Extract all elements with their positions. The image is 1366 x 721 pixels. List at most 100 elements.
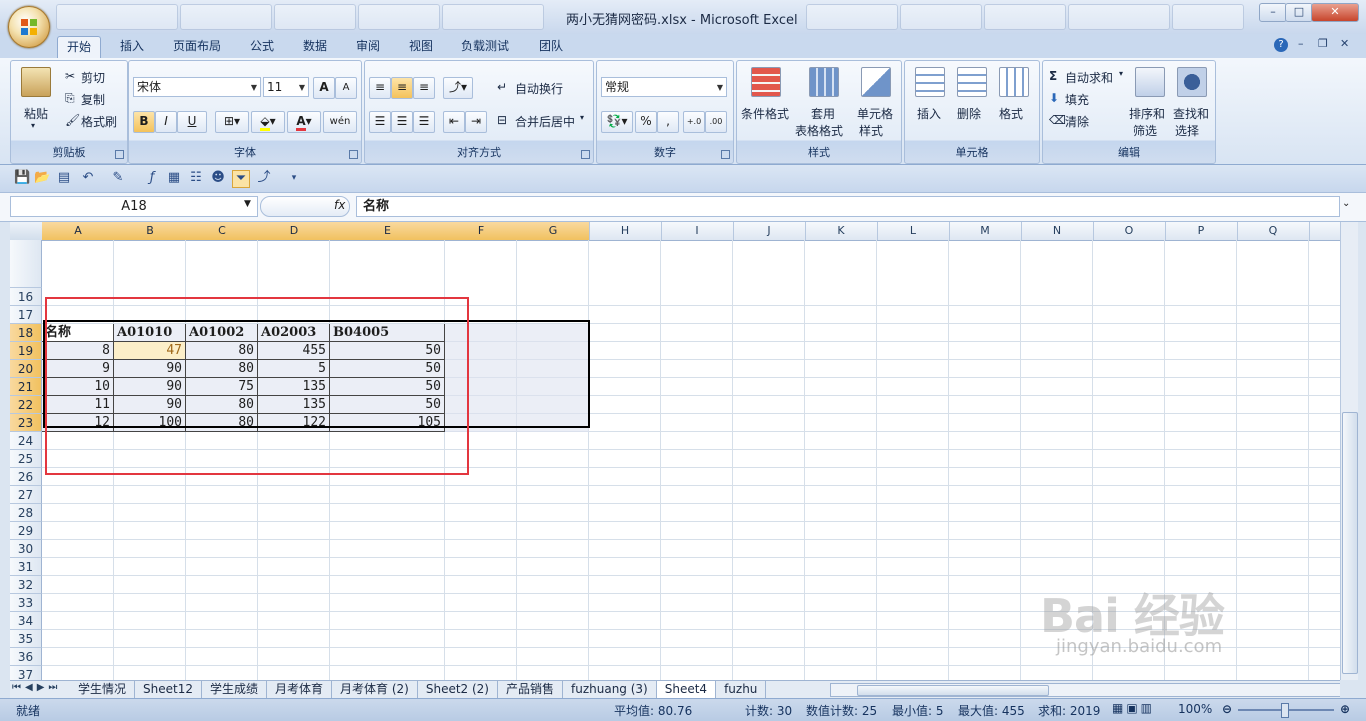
sheet-tab[interactable]: 月考体育 (267, 681, 333, 698)
phonetic-button[interactable]: wén (323, 111, 357, 133)
merge-center-button[interactable]: 合并后居中 (515, 113, 575, 130)
format-painter-button[interactable]: 格式刷 (81, 113, 117, 130)
increase-indent-icon[interactable]: ⇥ (465, 111, 487, 133)
align-left-icon[interactable]: ☰ (369, 111, 391, 133)
undo-icon[interactable]: ↶ (80, 170, 96, 186)
zoom-in-icon[interactable]: ⊕ (1340, 702, 1350, 716)
paste-dropdown-icon[interactable]: ▾ (31, 121, 35, 130)
column-header-c[interactable]: C (186, 222, 259, 240)
bold-button[interactable]: B (133, 111, 155, 133)
increase-decimal-icon[interactable]: +.0 (683, 111, 705, 133)
shrink-font-button[interactable]: A (335, 77, 357, 99)
insert-cells-button[interactable]: 插入 (917, 105, 941, 122)
row-header-37[interactable]: 37 (10, 666, 42, 680)
table-cell[interactable]: 122 (258, 414, 330, 432)
sort-filter-line1[interactable]: 排序和 (1129, 105, 1165, 122)
border-button[interactable]: ⊞▾ (215, 111, 249, 133)
column-header-b[interactable]: B (114, 222, 187, 240)
underline-button[interactable]: U (177, 111, 207, 133)
cell-styles-icon[interactable] (861, 67, 891, 97)
table-cell[interactable]: 455 (258, 342, 330, 360)
expand-formula-icon[interactable]: ⌄ (1342, 198, 1350, 209)
filter-icon[interactable]: ⏷ (232, 170, 250, 188)
table-cell[interactable]: 11 (42, 396, 114, 414)
italic-button[interactable]: I (155, 111, 177, 133)
sheet-tab[interactable]: Sheet4 (656, 681, 717, 698)
tab-team[interactable]: 团队 (530, 36, 572, 57)
fill-color-button[interactable]: ⬙▾ (251, 111, 285, 133)
cell-styles-line2[interactable]: 样式 (859, 122, 883, 139)
tab-view[interactable]: 视图 (400, 36, 442, 57)
ribbon-close-icon[interactable]: ✕ (1340, 37, 1349, 50)
column-header-p[interactable]: P (1165, 222, 1238, 240)
conditional-format-button[interactable]: 条件格式 (741, 105, 789, 122)
row-header-30[interactable]: 30 (10, 540, 42, 558)
sort-filter-icon[interactable] (1135, 67, 1165, 97)
active-cell[interactable]: 名称 (42, 324, 114, 342)
table-cell[interactable]: 90 (114, 360, 186, 378)
paste-icon[interactable] (21, 67, 51, 97)
decrease-decimal-icon[interactable]: .00 (705, 111, 727, 133)
table-header-cell[interactable]: A01010 (114, 324, 186, 342)
column-header-m[interactable]: M (949, 222, 1022, 240)
select-all-corner[interactable] (10, 222, 43, 240)
tab-data[interactable]: 数据 (294, 36, 336, 57)
save-icon[interactable]: 💾 (14, 170, 30, 186)
print-preview-icon[interactable]: ▤ (56, 170, 72, 186)
zoom-slider-thumb[interactable] (1281, 703, 1289, 718)
draw-border-icon[interactable]: ✎ (110, 170, 126, 186)
align-middle-icon[interactable]: ≡ (391, 77, 413, 99)
table-cell[interactable]: 135 (258, 378, 330, 396)
conditional-format-icon[interactable] (751, 67, 781, 97)
table-format-line1[interactable]: 套用 (811, 105, 835, 122)
find-select-line2[interactable]: 选择 (1175, 122, 1199, 139)
zoom-out-icon[interactable]: ⊖ (1222, 702, 1232, 716)
delete-cells-button[interactable]: 删除 (957, 105, 981, 122)
align-right-icon[interactable]: ☰ (413, 111, 435, 133)
table-cell[interactable]: 50 (330, 396, 445, 414)
ribbon-minimize-icon[interactable]: – (1298, 37, 1304, 50)
customize-qat-icon[interactable]: ▾ (286, 170, 302, 186)
formula-input[interactable]: 名称 (356, 196, 1340, 217)
help-icon[interactable]: ? (1274, 38, 1288, 52)
zoom-level[interactable]: 100% (1178, 702, 1212, 716)
column-header-j[interactable]: J (733, 222, 806, 240)
table-cell[interactable]: 50 (330, 342, 445, 360)
tab-home[interactable]: 开始 (57, 36, 102, 58)
name-box[interactable]: A18 (10, 196, 258, 217)
column-header-h[interactable]: H (589, 222, 662, 240)
column-header-a[interactable]: A (42, 222, 115, 240)
cell-styles-line1[interactable]: 单元格 (857, 105, 893, 122)
sheet-tab[interactable]: Sheet12 (135, 681, 202, 698)
row-header-32[interactable]: 32 (10, 576, 42, 594)
table-cell[interactable]: 135 (258, 396, 330, 414)
column-header-k[interactable]: K (805, 222, 878, 240)
paste-button[interactable]: 粘贴 (24, 105, 48, 122)
orientation-icon[interactable]: ⤴▾ (443, 77, 473, 99)
row-header-26[interactable]: 26 (10, 468, 42, 486)
open-icon[interactable]: 📂 (34, 170, 50, 186)
percent-button[interactable]: % (635, 111, 657, 133)
table-cell[interactable]: 50 (330, 378, 445, 396)
minimize-button[interactable]: – (1259, 3, 1287, 22)
copy-button[interactable]: 复制 (81, 91, 105, 108)
delete-cells-icon[interactable] (957, 67, 987, 97)
vertical-scrollbar[interactable] (1340, 222, 1358, 680)
horizontal-scroll-thumb[interactable] (857, 685, 1049, 696)
table-cell[interactable]: 100 (114, 414, 186, 432)
table-cell[interactable]: 80 (186, 396, 258, 414)
row-header-24[interactable]: 24 (10, 432, 42, 450)
grow-font-button[interactable]: A (313, 77, 335, 99)
comma-button[interactable]: , (657, 111, 679, 133)
insert-function-button[interactable]: fx (334, 198, 345, 212)
table-cell[interactable]: 47 (114, 342, 186, 360)
sheet-tab[interactable]: 产品销售 (498, 681, 563, 698)
table-cell[interactable]: 12 (42, 414, 114, 432)
tab-formulas[interactable]: 公式 (241, 36, 283, 57)
name-box-dropdown-icon[interactable]: ▼ (244, 199, 251, 209)
row-header-35[interactable]: 35 (10, 630, 42, 648)
row-header-34[interactable]: 34 (10, 612, 42, 630)
row-header-18[interactable]: 18 (10, 324, 42, 342)
ribbon-restore-icon[interactable]: ❐ (1318, 37, 1328, 50)
tab-insert[interactable]: 插入 (111, 36, 153, 57)
